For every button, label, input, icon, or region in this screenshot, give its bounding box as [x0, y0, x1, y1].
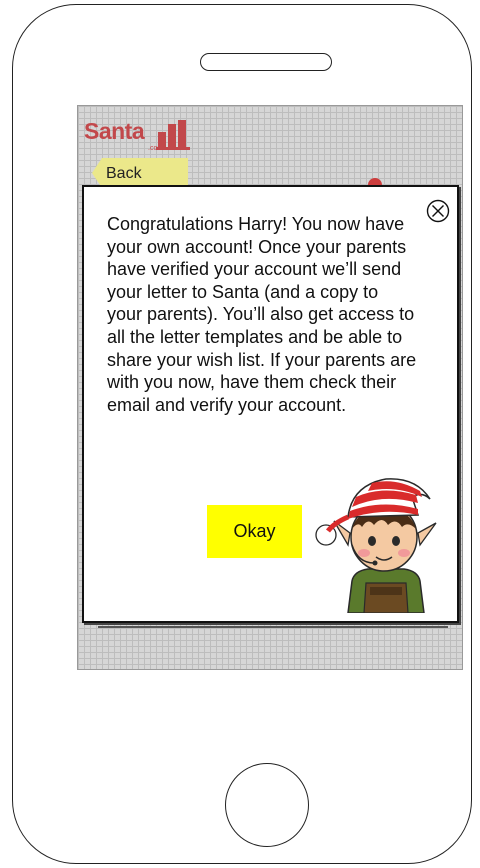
logo-brand-text: Santa	[84, 118, 145, 144]
congratulations-modal: Congratulations Harry! You now have your…	[82, 185, 459, 623]
modal-message: Congratulations Harry! You now have your…	[107, 214, 417, 415]
presents-icon	[156, 120, 190, 150]
close-icon[interactable]	[426, 199, 450, 223]
elf-illustration	[315, 478, 437, 613]
okay-button[interactable]: Okay	[207, 505, 302, 558]
back-button[interactable]: Back	[92, 158, 188, 188]
phone-frame: Santa .com Back Congratulations Harry! Y…	[12, 4, 472, 864]
home-button[interactable]	[225, 763, 309, 847]
phone-speaker	[200, 53, 332, 71]
